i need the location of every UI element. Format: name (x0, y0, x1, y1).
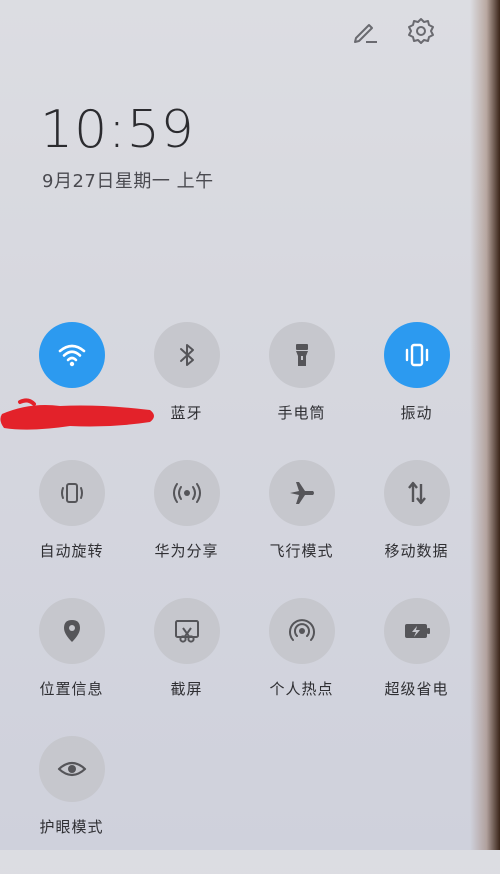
tile-airplane-mode-circle[interactable] (268, 460, 335, 526)
pencil-icon (354, 24, 377, 43)
tile-screenshot-circle[interactable] (153, 598, 220, 664)
tile-location[interactable]: 位置信息 (14, 598, 129, 736)
tile-flashlight-circle[interactable] (268, 322, 335, 388)
tile-mobile-data-label: 移动数据 (384, 542, 449, 560)
tile-eye-comfort-circle[interactable] (38, 736, 105, 802)
tile-location-label: 位置信息 (39, 680, 104, 698)
tile-bluetooth-label: 蓝牙 (170, 404, 203, 422)
settings-button[interactable] (404, 14, 438, 48)
battery-saver-icon (404, 624, 430, 638)
tile-huawei-share[interactable]: 华为分享 (129, 460, 244, 598)
tile-huawei-share-label: 华为分享 (154, 542, 219, 560)
tile-wifi-circle[interactable] (38, 322, 105, 388)
edit-button[interactable] (348, 14, 382, 48)
tile-airplane-mode-label: 飞行模式 (269, 542, 334, 560)
tile-hotspot-label: 个人热点 (269, 680, 334, 698)
tile-auto-rotate-circle[interactable] (38, 460, 105, 526)
tile-vibrate[interactable]: 振动 (359, 322, 474, 460)
tile-bluetooth-circle[interactable] (153, 322, 220, 388)
mobile-data-icon (407, 481, 426, 505)
device-edge (470, 0, 500, 850)
tile-battery-saver[interactable]: 超级省电 (359, 598, 474, 736)
tile-auto-rotate-label: 自动旋转 (39, 542, 104, 560)
tile-flashlight[interactable]: 手电筒 (244, 322, 359, 460)
eye-icon (57, 761, 86, 777)
tile-wifi[interactable] (14, 322, 129, 460)
auto-rotate-icon (60, 483, 83, 503)
hotspot-icon (288, 619, 315, 641)
tile-mobile-data-circle[interactable] (383, 460, 450, 526)
gear-icon (408, 18, 434, 44)
tile-mobile-data[interactable]: 移动数据 (359, 460, 474, 598)
quick-toggle-grid: 蓝牙 手电筒 振动 自动旋转 华为分享 飞行模式 移动数据 位置信息 截屏 个人… (14, 322, 474, 874)
tile-airplane-mode[interactable]: 飞行模式 (244, 460, 359, 598)
tile-hotspot-circle[interactable] (268, 598, 335, 664)
tile-huawei-share-circle[interactable] (153, 460, 220, 526)
wifi-icon (58, 344, 85, 367)
tile-eye-comfort-label: 护眼模式 (39, 818, 104, 836)
flashlight-icon (295, 344, 308, 366)
bluetooth-icon (179, 344, 194, 366)
tile-location-circle[interactable] (38, 598, 105, 664)
quick-settings-panel: 10:59 9月27日星期一 上午 蓝牙 手电筒 振动 自动旋转 华为分享 飞行… (0, 0, 500, 850)
tile-screenshot[interactable]: 截屏 (129, 598, 244, 736)
airplane-icon (289, 482, 314, 504)
tile-screenshot-label: 截屏 (170, 680, 203, 698)
huawei-share-icon (172, 483, 201, 503)
clock-date: 9月27日星期一 上午 (42, 171, 214, 192)
tile-vibrate-label: 振动 (400, 404, 433, 422)
tile-auto-rotate[interactable]: 自动旋转 (14, 460, 129, 598)
screenshot-icon (174, 620, 199, 643)
tile-hotspot[interactable]: 个人热点 (244, 598, 359, 736)
tile-eye-comfort[interactable]: 护眼模式 (14, 736, 129, 874)
clock-time: 10:59 (40, 100, 195, 160)
tile-flashlight-label: 手电筒 (277, 404, 326, 422)
tile-bluetooth[interactable]: 蓝牙 (129, 322, 244, 460)
vibrate-icon (405, 343, 428, 367)
tile-battery-saver-circle[interactable] (383, 598, 450, 664)
location-icon (63, 620, 80, 642)
tile-battery-saver-label: 超级省电 (384, 680, 449, 698)
tile-vibrate-circle[interactable] (383, 322, 450, 388)
header-actions (348, 14, 438, 48)
